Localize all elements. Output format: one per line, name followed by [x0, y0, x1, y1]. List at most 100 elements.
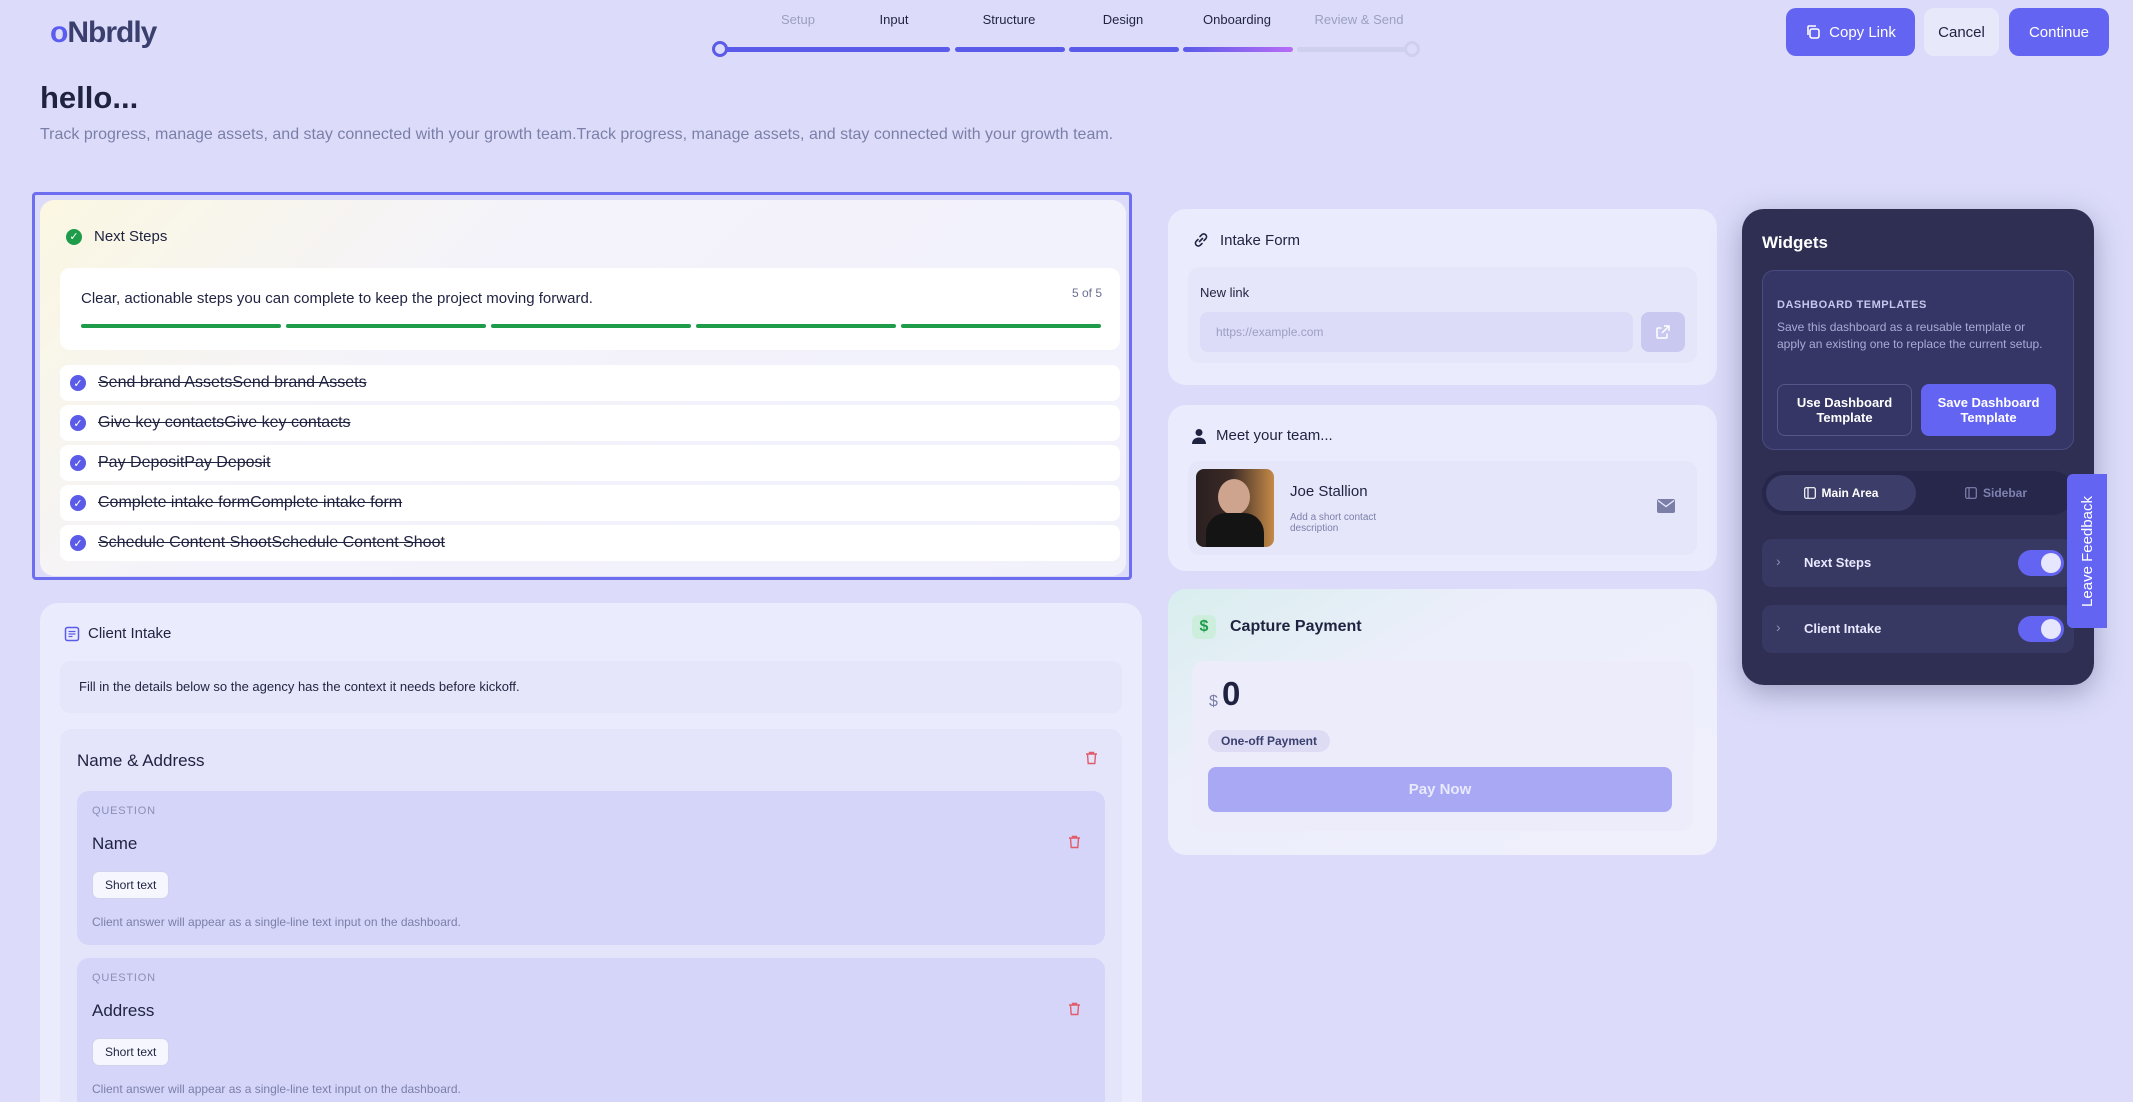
step-track-design [1069, 47, 1179, 52]
cancel-button[interactable]: Cancel [1924, 8, 1999, 56]
next-steps-widget[interactable]: ✓ Next Steps Clear, actionable steps you… [40, 200, 1126, 576]
step-track-input [840, 47, 950, 52]
progress-segment [81, 324, 281, 328]
team-header: Meet your team... [1192, 427, 1333, 444]
new-link-label: New link [1200, 285, 1250, 300]
intake-form-title: Intake Form [1220, 231, 1301, 249]
checkbox-checked-icon[interactable]: ✓ [70, 495, 86, 511]
progress-stepper: Setup Input Structure Design Onboarding … [712, 10, 1424, 57]
question-hint: Client answer will appear as a single-li… [92, 915, 461, 929]
tab-main-area[interactable]: Main Area [1766, 475, 1916, 511]
next-steps-summary: Clear, actionable steps you can complete… [60, 268, 1120, 350]
widget-item-client-intake[interactable]: › Client Intake [1762, 605, 2074, 653]
logo-wordmark: Nbrdly [67, 16, 157, 49]
tab-main-label: Main Area [1821, 486, 1879, 500]
question-name[interactable]: Name [92, 834, 137, 854]
trash-icon[interactable] [1085, 751, 1098, 768]
task-item[interactable]: ✓ Schedule Content ShootSchedule Content… [60, 525, 1120, 561]
open-link-button[interactable] [1641, 312, 1685, 352]
widget-item-next-steps[interactable]: › Next Steps [1762, 539, 2074, 587]
team-member-card[interactable]: Joe Stallion Add a short contact descrip… [1188, 461, 1697, 555]
link-input[interactable]: https://example.com [1200, 312, 1633, 352]
task-item[interactable]: ✓ Complete intake formComplete intake fo… [60, 485, 1120, 521]
leave-feedback-tab[interactable]: Leave Feedback [2067, 474, 2107, 628]
form-icon [64, 626, 80, 641]
chevron-right-icon[interactable]: › [1776, 553, 1781, 569]
checkbox-checked-icon[interactable]: ✓ [70, 415, 86, 431]
next-steps-progress-bar [81, 324, 1101, 328]
step-review-send[interactable]: Review & Send [1304, 12, 1414, 27]
continue-button[interactable]: Continue [2009, 8, 2109, 56]
chevron-right-icon[interactable]: › [1776, 619, 1781, 635]
task-label: Schedule Content ShootSchedule Content S… [98, 534, 445, 551]
question-card[interactable]: QUESTION Address Short text Client answe… [77, 958, 1105, 1102]
tab-sidebar[interactable]: Sidebar [1922, 475, 2070, 511]
widget-item-label: Client Intake [1804, 621, 1882, 636]
templates-description: Save this dashboard as a reusable templa… [1777, 320, 2043, 351]
task-label: Send brand AssetsSend brand Assets [98, 374, 367, 391]
progress-segment [286, 324, 486, 328]
page-title: hello... [40, 80, 139, 115]
task-item[interactable]: ✓ Pay DepositPay Deposit [60, 445, 1120, 481]
intake-form-widget[interactable]: Intake Form New link https://example.com [1168, 209, 1717, 385]
pay-now-button[interactable]: Pay Now [1208, 767, 1672, 812]
step-track-review [1297, 47, 1415, 52]
team-member-avatar [1196, 469, 1274, 547]
team-widget[interactable]: Meet your team... Joe Stallion Add a sho… [1168, 405, 1717, 571]
client-intake-title: Client Intake [88, 625, 172, 642]
widgets-title: Widgets [1762, 233, 1828, 252]
toggle-next-steps[interactable] [2018, 550, 2064, 576]
question-label: QUESTION [92, 805, 156, 817]
step-track-setup [720, 47, 846, 52]
use-template-button[interactable]: Use Dashboard Template [1777, 384, 1912, 436]
next-steps-header: ✓ Next Steps [66, 228, 167, 245]
task-label: Pay DepositPay Deposit [98, 454, 271, 471]
progress-segment [901, 324, 1101, 328]
brand-logo[interactable]: o Nbrdly [50, 16, 157, 50]
step-input[interactable]: Input [839, 12, 949, 27]
link-icon [1194, 233, 1208, 247]
task-item[interactable]: ✓ Send brand AssetsSend brand Assets [60, 365, 1120, 401]
trash-icon[interactable] [1068, 835, 1081, 852]
layout-icon [1803, 487, 1816, 499]
question-type-chip[interactable]: Short text [92, 871, 170, 899]
section-title[interactable]: Name & Address [77, 751, 205, 771]
team-member-description[interactable]: Add a short contact description [1290, 512, 1400, 534]
payment-panel: $ 0 One-off Payment Pay Now [1192, 661, 1693, 831]
feedback-label: Leave Feedback [2078, 495, 2096, 607]
payment-widget[interactable]: $ Capture Payment $ 0 One-off Payment Pa… [1168, 589, 1717, 855]
question-card[interactable]: QUESTION Name Short text Client answer w… [77, 791, 1105, 945]
trash-icon[interactable] [1068, 1002, 1081, 1019]
client-intake-widget[interactable]: Client Intake Fill in the details below … [40, 603, 1142, 1102]
checkbox-checked-icon[interactable]: ✓ [70, 535, 86, 551]
step-setup[interactable]: Setup [743, 12, 853, 27]
step-structure[interactable]: Structure [954, 12, 1064, 27]
payment-type-badge[interactable]: One-off Payment [1208, 730, 1331, 752]
step-design[interactable]: Design [1068, 12, 1178, 27]
dashboard-templates-box: DASHBOARD TEMPLATES Save this dashboard … [1762, 270, 2074, 450]
step-end-marker [1404, 41, 1420, 57]
mail-icon[interactable] [1657, 499, 1675, 518]
save-template-button[interactable]: Save Dashboard Template [1921, 384, 2056, 436]
payment-header: $ Capture Payment [1192, 615, 1362, 639]
toggle-client-intake[interactable] [2018, 616, 2064, 642]
copy-icon [1807, 25, 1820, 39]
question-name[interactable]: Address [92, 1001, 154, 1021]
team-member-name: Joe Stallion [1290, 483, 1368, 500]
question-type-chip[interactable]: Short text [92, 1038, 170, 1066]
link-input-placeholder: https://example.com [1216, 325, 1324, 339]
task-item[interactable]: ✓ Give key contactsGive key contacts [60, 405, 1120, 441]
checkbox-checked-icon[interactable]: ✓ [70, 455, 86, 471]
payment-amount[interactable]: 0 [1222, 675, 1240, 713]
checkbox-checked-icon[interactable]: ✓ [70, 375, 86, 391]
area-tabs: Main Area Sidebar [1762, 471, 2074, 515]
widget-item-label: Next Steps [1804, 555, 1872, 570]
copy-link-button[interactable]: Copy Link [1786, 8, 1915, 56]
sidebar-icon [1965, 487, 1977, 499]
copy-link-label: Copy Link [1829, 23, 1896, 41]
payment-title: Capture Payment [1230, 618, 1362, 635]
question-label: QUESTION [92, 972, 156, 984]
client-intake-info: Fill in the details below so the agency … [60, 661, 1122, 713]
external-link-icon [1656, 325, 1670, 339]
step-onboarding[interactable]: Onboarding [1182, 12, 1292, 27]
